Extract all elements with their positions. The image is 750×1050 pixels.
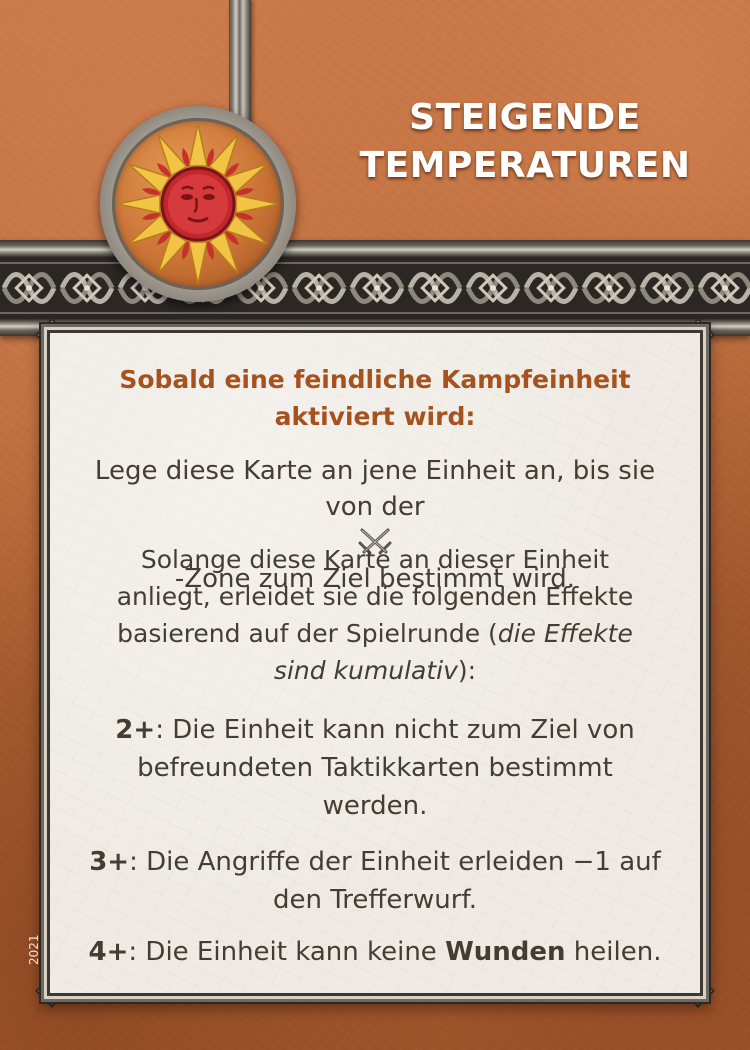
round-label-2: 2+ — [115, 715, 156, 745]
copyright-year: 2021 — [27, 934, 41, 965]
p2-line-4-italic: sind kumulativ — [273, 656, 458, 685]
p2-line-3-italic: die Effekte — [497, 619, 633, 648]
p1-pre: von der — [325, 492, 425, 522]
p2-line-3-pre: basierend auf der Spielrunde ( — [117, 619, 498, 648]
p5-pre: : Die Einheit kann keine — [128, 937, 446, 967]
p1-line-1: Lege diese Karte an jene Einheit an, bis… — [94, 456, 656, 486]
rule-round-2: 2+: Die Einheit kann nicht zum Ziel von … — [50, 711, 700, 825]
rule-round-3: 3+: Die Angriffe der Einheit erleiden −1… — [50, 843, 700, 919]
p4-line-2: den Trefferwurf. — [273, 885, 477, 915]
round-label-4: 4+ — [88, 937, 129, 967]
rule-round-4: 4+: Die Einheit kann keine Wunden heilen… — [50, 933, 700, 971]
game-card: STEIGENDE TEMPERATUREN Sobald eine feind… — [0, 0, 750, 1050]
trigger-text: Sobald eine feindliche Kampfeinheit akti… — [50, 361, 700, 435]
p4-line-1: 3+: Die Angriffe der Einheit erleiden −1… — [50, 843, 700, 881]
p2-line-4: sind kumulativ): — [50, 652, 700, 689]
p2-line-2: anliegt, erleidet sie die folgenden Effe… — [116, 582, 634, 611]
trigger-line-1: Sobald eine feindliche Kampfeinheit — [119, 365, 631, 394]
p2-line-1: Solange diese Karte an dieser Einheit — [140, 545, 610, 574]
p2-line-4-post: ): — [457, 656, 477, 685]
p3-line-3: werden. — [322, 791, 428, 821]
trigger-line-2: aktiviert wird: — [274, 402, 476, 431]
sun-medallion — [100, 106, 296, 302]
p5-post: heilen. — [565, 937, 662, 967]
p3-text-1: : Die Einheit kann nicht zum Ziel von — [155, 715, 635, 745]
title-line-1: STEIGENDE — [409, 97, 641, 138]
round-label-3: 3+ — [89, 847, 130, 877]
p2-line-3: basierend auf der Spielrunde (die Effekt… — [50, 615, 700, 652]
p5-keyword: Wunden — [445, 937, 566, 967]
card-title: STEIGENDE TEMPERATUREN — [300, 94, 750, 190]
sun-face-icon — [112, 118, 284, 290]
p3-line-1: 2+: Die Einheit kann nicht zum Ziel von — [50, 711, 700, 749]
title-line-2: TEMPERATUREN — [359, 145, 691, 186]
rule-paragraph-effects: Solange diese Karte an dieser Einheit an… — [50, 541, 700, 689]
p3-line-2: befreundeten Taktikkarten bestimmt — [137, 753, 613, 783]
rules-text-panel: Sobald eine feindliche Kampfeinheit akti… — [50, 333, 700, 993]
p4-text-1: : Die Angriffe der Einheit erleiden −1 a… — [129, 847, 661, 877]
